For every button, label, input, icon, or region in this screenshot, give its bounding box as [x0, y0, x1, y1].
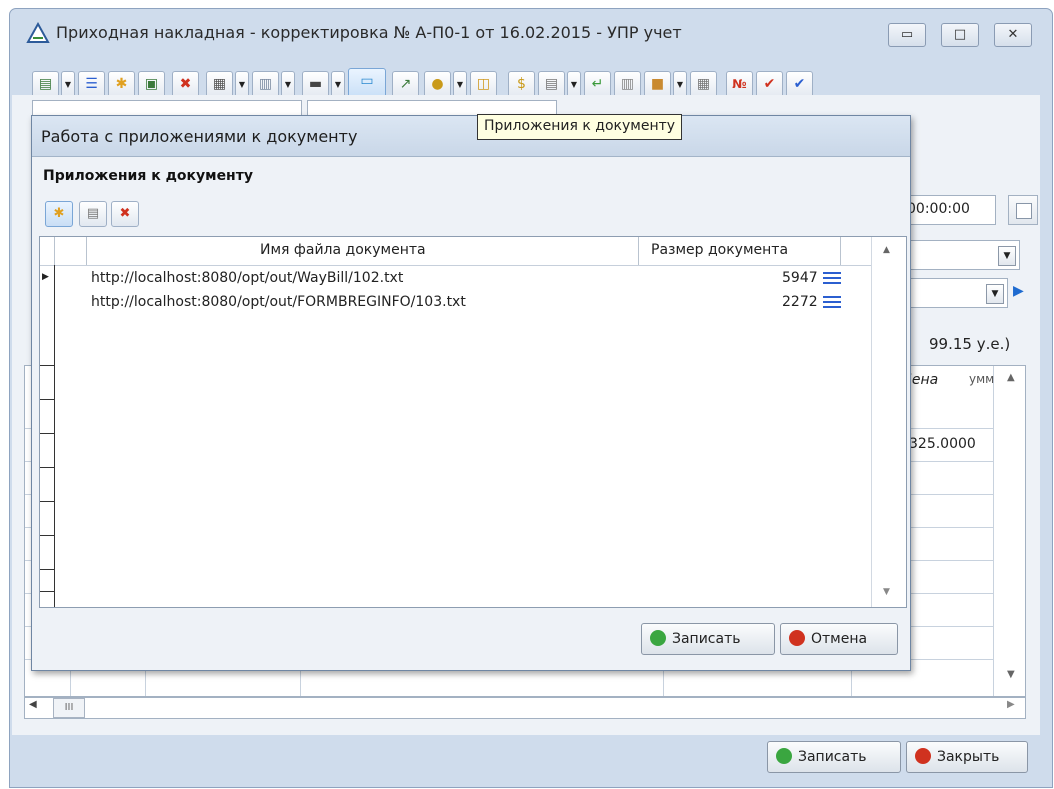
new-icon[interactable]: ✱ [108, 71, 135, 98]
row-price: 325.0000 [909, 436, 976, 452]
table-header: Имя файла документа Размер документа [40, 237, 906, 266]
list-icon[interactable]: ☰ [78, 71, 105, 98]
horizontal-scrollbar[interactable]: ◀ III ▶ [24, 697, 1026, 719]
column-header-sum: умм [969, 372, 995, 386]
maximize-button[interactable]: □ [941, 23, 979, 47]
combo-field[interactable]: ▼ [902, 240, 1020, 270]
calendar-icon [1016, 203, 1032, 219]
time-value: 00:00:00 [907, 201, 970, 217]
close-button-label: Закрыть [937, 749, 1000, 765]
edit-icon: ▤ [86, 206, 100, 221]
print-icon[interactable]: ▬ [302, 71, 329, 98]
row-file-name: http://localhost:8080/opt/out/FORMBREGIN… [91, 294, 466, 310]
row-file-size: 5947 [782, 270, 818, 286]
dropdown-arrow-icon[interactable]: ▼ [453, 71, 467, 98]
power-circle-icon [789, 630, 805, 646]
delete-icon[interactable]: ✖ [172, 71, 199, 98]
scroll-down-arrow-icon[interactable]: ▼ [1007, 669, 1015, 680]
close-button[interactable]: ✕ [994, 23, 1032, 47]
dialog-save-button[interactable]: Записать [641, 623, 775, 655]
scroll-down-arrow-icon[interactable]: ▼ [883, 587, 890, 597]
total-text: 99.15 у.е.) [929, 335, 1011, 353]
scroll-up-arrow-icon[interactable]: ▲ [883, 245, 890, 255]
scroll-up-arrow-icon[interactable]: ▲ [1007, 372, 1015, 383]
money-icon[interactable]: $ [508, 71, 535, 98]
coins-icon[interactable]: ● [424, 71, 451, 98]
list-icon[interactable] [823, 272, 841, 286]
edit-attachment-button[interactable]: ▤ [79, 201, 107, 227]
calculator-icon[interactable]: ▦ [206, 71, 233, 98]
scroll-right-arrow-icon[interactable]: ▶ [1007, 699, 1015, 710]
red-check-icon[interactable]: ✔ [756, 71, 783, 98]
box-icon[interactable]: ■ [644, 71, 671, 98]
vertical-scrollbar[interactable]: ▲ ▼ [871, 237, 906, 607]
building-icon[interactable]: ▥ [614, 71, 641, 98]
window-title: Приходная накладная - корректировка № А-… [56, 23, 682, 42]
chevron-down-icon: ▼ [986, 284, 1004, 304]
minimize-button[interactable]: ▭ [888, 23, 926, 47]
table-row[interactable]: http://localhost:8080/opt/out/WayBill/10… [55, 267, 873, 291]
dialog-subtitle: Приложения к документу [43, 168, 253, 184]
scroll-left-arrow-icon[interactable]: ◀ [29, 699, 37, 710]
dialog-title-bar[interactable]: Работа с приложениями к документу [32, 116, 910, 157]
dropdown-arrow-icon[interactable]: ▼ [673, 71, 687, 98]
table-row[interactable]: http://localhost:8080/opt/out/FORMBREGIN… [55, 291, 873, 315]
time-field[interactable]: 00:00:00 [902, 195, 996, 225]
dropdown-arrow-icon[interactable]: ▼ [567, 71, 581, 98]
dropdown-arrow-icon[interactable]: ▼ [235, 71, 249, 98]
title-bar[interactable]: Приходная накладная - корректировка № А-… [10, 9, 1052, 61]
current-row-arrow-icon: ▶ [42, 272, 49, 282]
dropdown-arrow-icon[interactable]: ▼ [61, 71, 75, 98]
delete-icon: ✖ [119, 206, 131, 221]
row-file-name: http://localhost:8080/opt/out/WayBill/10… [91, 270, 404, 286]
add-attachment-button[interactable]: ✱ [45, 201, 73, 227]
calendar-button[interactable] [1008, 195, 1038, 225]
dialog-cancel-label: Отмена [811, 631, 868, 647]
scroll-thumb[interactable]: III [53, 698, 85, 718]
close-window-button[interactable]: Закрыть [906, 741, 1028, 773]
dropdown-arrow-icon[interactable]: ▼ [331, 71, 345, 98]
list-icon[interactable] [823, 296, 841, 310]
column-header-size[interactable]: Размер документа [651, 242, 788, 258]
save-button-label: Записать [798, 749, 867, 765]
calc-grid-icon[interactable]: ▦ [690, 71, 717, 98]
attachments-dialog: Работа с приложениями к документу Прилож… [31, 115, 911, 671]
table-icon[interactable]: ▤ [538, 71, 565, 98]
combo-field[interactable]: ▼ [902, 278, 1008, 308]
number-icon[interactable]: № [726, 71, 753, 98]
row-indicator-column [40, 265, 55, 607]
check-circle-icon [650, 630, 666, 646]
export-icon[interactable]: ↗ [392, 71, 419, 98]
column-header-file[interactable]: Имя файла документа [260, 242, 426, 258]
power-circle-icon [915, 748, 931, 764]
dialog-save-label: Записать [672, 631, 741, 647]
dialog-title: Работа с приложениями к документу [41, 127, 358, 146]
play-icon[interactable]: ▶ [1013, 283, 1024, 299]
dialog-cancel-button[interactable]: Отмена [780, 623, 898, 655]
enter-icon[interactable]: ↵ [584, 71, 611, 98]
check-circle-icon [776, 748, 792, 764]
edit-icon[interactable]: ▣ [138, 71, 165, 98]
tooltip: Приложения к документу [477, 114, 683, 140]
delete-attachment-button[interactable]: ✖ [111, 201, 139, 227]
dropdown-arrow-icon[interactable]: ▼ [281, 71, 295, 98]
document-icon[interactable]: ▤ [32, 71, 59, 98]
attachments-table[interactable]: Имя файла документа Размер документа ▶ h… [39, 236, 907, 608]
row-file-size: 2272 [782, 294, 818, 310]
chevron-down-icon: ▼ [998, 246, 1016, 266]
new-file-icon: ✱ [53, 206, 65, 221]
blue-check-icon[interactable]: ✔ [786, 71, 813, 98]
save-button[interactable]: Записать [767, 741, 901, 773]
book-icon[interactable]: ◫ [470, 71, 497, 98]
report-icon[interactable]: ▥ [252, 71, 279, 98]
document-triangle-icon [26, 22, 50, 43]
